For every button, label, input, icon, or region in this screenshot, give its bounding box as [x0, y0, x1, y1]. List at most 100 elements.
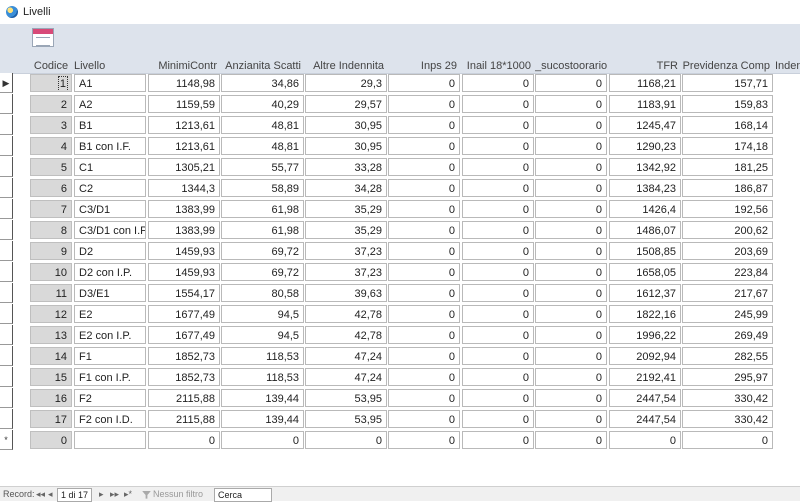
filter-status[interactable]: Nessun filtro	[142, 488, 203, 500]
cell-inps-29[interactable]: 0	[388, 137, 460, 155]
cell-sucostoorario[interactable]: 0	[535, 179, 607, 197]
cell-anzianita-scatti[interactable]: 94,5	[221, 326, 304, 344]
cell-codice[interactable]: 14	[30, 347, 72, 365]
cell-codice[interactable]: 10	[30, 263, 72, 281]
cell-minimicontr[interactable]: 1852,73	[148, 368, 220, 386]
cell-anzianita-scatti[interactable]: 61,98	[221, 221, 304, 239]
cell-altre-indennita[interactable]: 53,95	[305, 389, 387, 407]
cell-tfr[interactable]: 2192,41	[609, 368, 681, 386]
record-selector[interactable]	[0, 388, 13, 408]
cell-altre-indennita[interactable]: 30,95	[305, 116, 387, 134]
column-header-previdenza-comp[interactable]: Previdenza Comp	[682, 59, 773, 73]
cell-inps-29[interactable]: 0	[388, 305, 460, 323]
cell-altre-indennita[interactable]: 37,23	[305, 242, 387, 260]
cell-minimicontr[interactable]: 1459,93	[148, 242, 220, 260]
cell-previdenza-comp[interactable]: 217,67	[682, 284, 773, 302]
cell-minimicontr[interactable]: 1383,99	[148, 221, 220, 239]
cell-anzianita-scatti[interactable]: 48,81	[221, 137, 304, 155]
cell-previdenza-comp[interactable]: 181,25	[682, 158, 773, 176]
cell-altre-indennita[interactable]: 30,95	[305, 137, 387, 155]
record-selector[interactable]	[0, 115, 13, 135]
cell-tfr[interactable]: 1612,37	[609, 284, 681, 302]
cell-tfr[interactable]: 1245,47	[609, 116, 681, 134]
cell-inail-18-1000[interactable]: 0	[462, 305, 534, 323]
record-selector[interactable]	[0, 304, 13, 324]
record-selector[interactable]	[0, 199, 13, 219]
form-view-icon[interactable]	[32, 28, 54, 47]
cell-tfr[interactable]: 1486,07	[609, 221, 681, 239]
cell-anzianita-scatti[interactable]: 94,5	[221, 305, 304, 323]
cell-previdenza-comp[interactable]: 186,87	[682, 179, 773, 197]
cell-anzianita-scatti[interactable]: 118,53	[221, 347, 304, 365]
cell-anzianita-scatti[interactable]: 34,86	[221, 74, 304, 92]
column-header-livello[interactable]: Livello	[74, 59, 146, 73]
cell-livello[interactable]: F1 con I.P.	[74, 368, 146, 386]
cell-codice[interactable]: 4	[30, 137, 72, 155]
cell-codice[interactable]: 9	[30, 242, 72, 260]
cell-previdenza-comp[interactable]: 223,84	[682, 263, 773, 281]
record-selector[interactable]	[0, 157, 13, 177]
cell-altre-indennita[interactable]: 35,29	[305, 200, 387, 218]
cell-previdenza-comp[interactable]: 174,18	[682, 137, 773, 155]
cell-inail-18-1000[interactable]: 0	[462, 116, 534, 134]
cell-anzianita-scatti[interactable]: 40,29	[221, 95, 304, 113]
cell-inail-18-1000[interactable]: 0	[462, 137, 534, 155]
cell-minimicontr[interactable]: 1213,61	[148, 116, 220, 134]
cell-inail-18-1000[interactable]: 0	[462, 74, 534, 92]
cell-inail-18-1000[interactable]: 0	[462, 284, 534, 302]
cell-previdenza-comp[interactable]: 295,97	[682, 368, 773, 386]
cell-tfr[interactable]: 1822,16	[609, 305, 681, 323]
cell-sucostoorario[interactable]: 0	[535, 200, 607, 218]
cell-minimicontr[interactable]: 1677,49	[148, 305, 220, 323]
cell-inail-18-1000[interactable]: 0	[462, 431, 534, 449]
record-selector[interactable]	[0, 94, 13, 114]
cell-livello[interactable]: C1	[74, 158, 146, 176]
cell-previdenza-comp[interactable]: 269,49	[682, 326, 773, 344]
cell-inail-18-1000[interactable]: 0	[462, 179, 534, 197]
cell-inps-29[interactable]: 0	[388, 389, 460, 407]
cell-livello[interactable]: D2	[74, 242, 146, 260]
cell-altre-indennita[interactable]: 53,95	[305, 410, 387, 428]
record-selector[interactable]	[0, 283, 13, 303]
cell-livello[interactable]: E2	[74, 305, 146, 323]
cell-altre-indennita[interactable]: 29,57	[305, 95, 387, 113]
cell-livello[interactable]: F1	[74, 347, 146, 365]
cell-inps-29[interactable]: 0	[388, 368, 460, 386]
cell-livello[interactable]: C3/D1	[74, 200, 146, 218]
cell-sucostoorario[interactable]: 0	[535, 137, 607, 155]
cell-inps-29[interactable]: 0	[388, 242, 460, 260]
cell-minimicontr[interactable]: 1852,73	[148, 347, 220, 365]
last-record-button[interactable]: ▸▸	[110, 488, 119, 500]
record-selector[interactable]	[0, 346, 13, 366]
cell-anzianita-scatti[interactable]: 139,44	[221, 410, 304, 428]
column-header-inps-29[interactable]: Inps 29	[388, 59, 460, 73]
cell-codice[interactable]: 2	[30, 95, 72, 113]
cell-livello[interactable]: C3/D1 con I.P.	[74, 221, 146, 239]
cell-inps-29[interactable]: 0	[388, 431, 460, 449]
cell-previdenza-comp[interactable]: 200,62	[682, 221, 773, 239]
cell-previdenza-comp[interactable]: 245,99	[682, 305, 773, 323]
cell-minimicontr[interactable]: 2115,88	[148, 410, 220, 428]
cell-previdenza-comp[interactable]: 330,42	[682, 389, 773, 407]
cell-altre-indennita[interactable]: 47,24	[305, 347, 387, 365]
cell-inps-29[interactable]: 0	[388, 284, 460, 302]
record-selector[interactable]	[0, 136, 13, 156]
cell-codice[interactable]: 3	[30, 116, 72, 134]
cell-inps-29[interactable]: 0	[388, 95, 460, 113]
cell-inps-29[interactable]: 0	[388, 326, 460, 344]
cell-livello[interactable]: D3/E1	[74, 284, 146, 302]
column-header-tfr[interactable]: TFR	[609, 59, 681, 73]
cell-codice[interactable]: 12	[30, 305, 72, 323]
cell-inail-18-1000[interactable]: 0	[462, 326, 534, 344]
cell-tfr[interactable]: 1996,22	[609, 326, 681, 344]
cell-livello[interactable]: A2	[74, 95, 146, 113]
cell-altre-indennita[interactable]: 33,28	[305, 158, 387, 176]
cell-inail-18-1000[interactable]: 0	[462, 263, 534, 281]
cell-minimicontr[interactable]: 2115,88	[148, 389, 220, 407]
cell-tfr[interactable]: 1342,92	[609, 158, 681, 176]
cell-minimicontr[interactable]: 1459,93	[148, 263, 220, 281]
cell-anzianita-scatti[interactable]: 80,58	[221, 284, 304, 302]
column-header-anzianita-scatti[interactable]: Anzianita Scatti	[221, 59, 304, 73]
cell-anzianita-scatti[interactable]: 118,53	[221, 368, 304, 386]
cell-minimicontr[interactable]: 1159,59	[148, 95, 220, 113]
